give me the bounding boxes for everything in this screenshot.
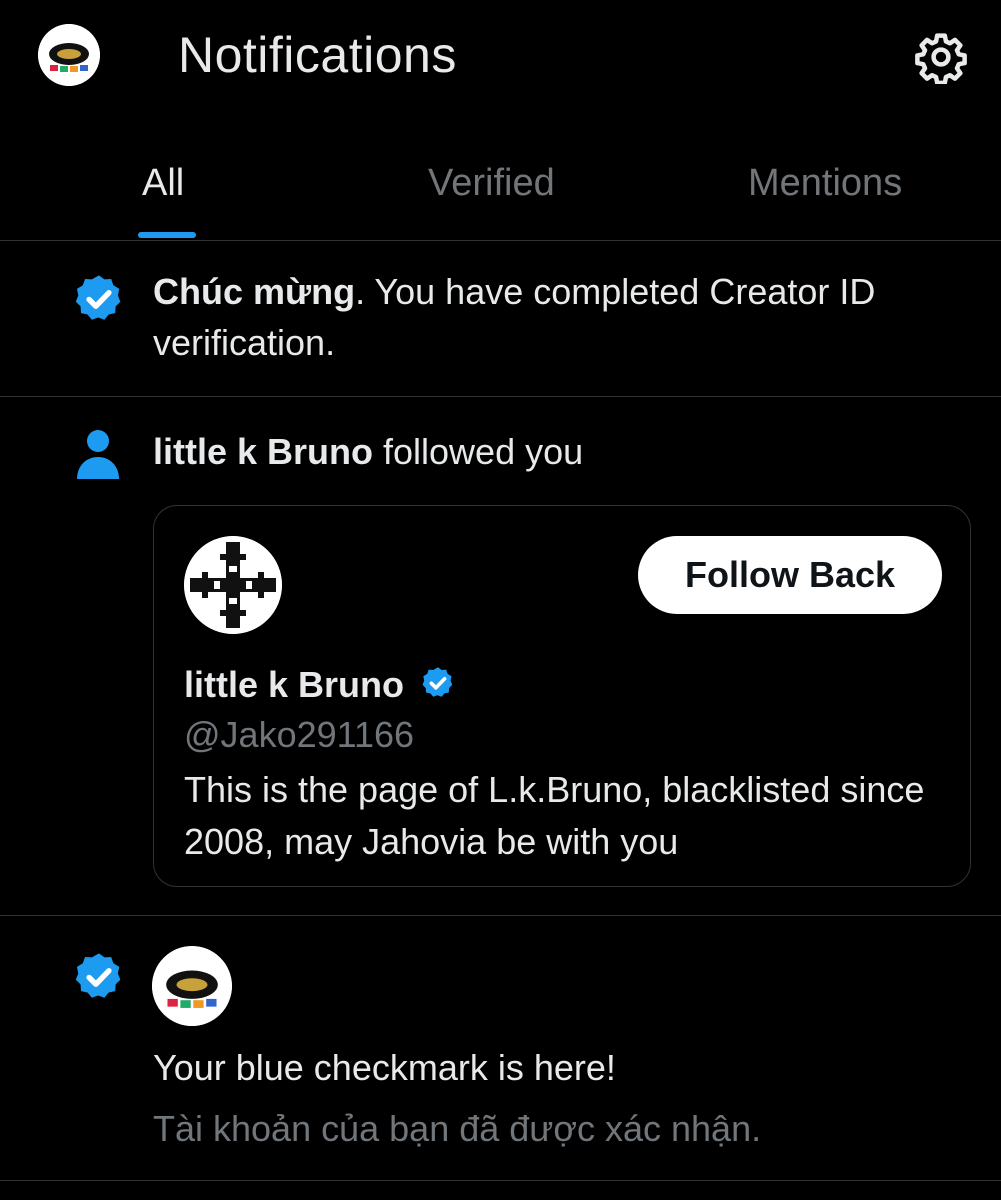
follower-name[interactable]: little k Bruno	[153, 431, 373, 472]
divider	[0, 396, 1001, 397]
user-name: little k Bruno	[184, 664, 405, 705]
notification-body: followed you	[373, 431, 584, 472]
notification-title: Chúc mừng	[153, 271, 356, 312]
verified-badge-icon	[72, 272, 126, 331]
tab-mentions[interactable]: Mentions	[748, 162, 902, 205]
tab-verified[interactable]: Verified	[428, 162, 555, 205]
divider	[0, 1180, 1001, 1181]
user-display-name[interactable]: little k Bruno	[184, 664, 456, 710]
follow-back-button[interactable]: Follow Back	[638, 536, 942, 614]
tab-all[interactable]: All	[142, 162, 184, 205]
verified-badge-icon	[420, 665, 456, 710]
notification-tabs: All Verified Mentions	[0, 140, 1001, 240]
user-card[interactable]: Follow Back little k Bruno @Jako291166 T…	[153, 505, 971, 887]
page-title: Notifications	[178, 27, 457, 83]
person-icon	[74, 428, 122, 485]
profile-avatar[interactable]	[38, 24, 100, 86]
notification-subtitle: Tài khoản của bạn đã được xác nhận.	[153, 1108, 762, 1149]
active-tab-indicator	[138, 232, 196, 238]
gear-icon[interactable]	[914, 30, 968, 86]
divider	[0, 240, 1001, 241]
notification-title: Your blue checkmark is here!	[153, 1047, 616, 1088]
notification-text: Chúc mừng. You have completed Creator ID…	[153, 266, 973, 368]
user-bio: This is the page of L.k.Bruno, blacklist…	[184, 769, 925, 862]
divider	[0, 915, 1001, 916]
user-handle: @Jako291166	[184, 714, 415, 755]
notification-text: little k Bruno followed you	[153, 426, 583, 477]
verified-badge-icon	[72, 950, 126, 1009]
profile-avatar[interactable]	[152, 946, 232, 1026]
user-avatar[interactable]	[184, 536, 282, 634]
top-bar: Notifications	[0, 0, 1001, 118]
